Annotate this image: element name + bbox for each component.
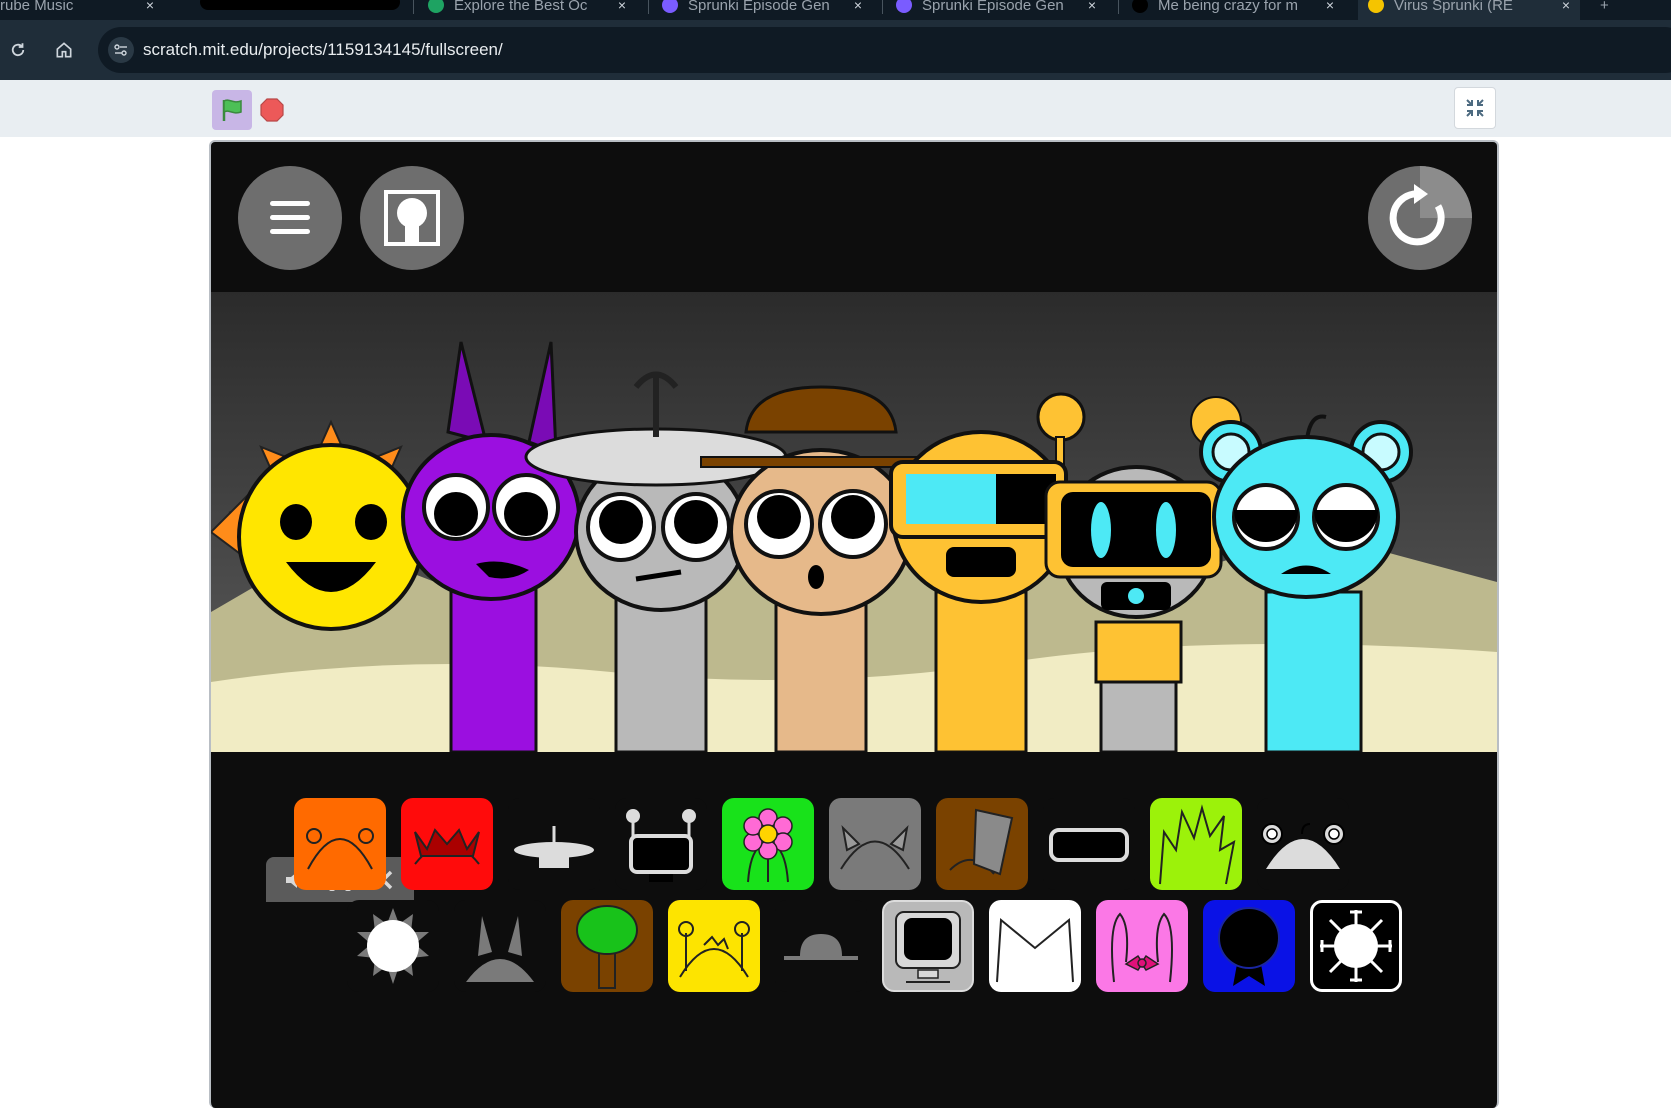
tab-virus-sprunki[interactable]: Virus Sprunki (RE ×: [1358, 0, 1580, 20]
reset-icon: [1389, 166, 1472, 246]
flower-icon: [743, 808, 793, 883]
url-text[interactable]: scratch.mit.edu/projects/1159134145/full…: [143, 40, 503, 60]
close-icon[interactable]: ×: [618, 0, 626, 13]
stop-icon: [260, 98, 284, 122]
bowler-hat-icon: [784, 934, 858, 960]
close-icon[interactable]: ×: [1088, 0, 1096, 13]
spiky-icon: [414, 828, 480, 865]
sun-icon: [357, 908, 429, 984]
envelope-tile[interactable]: [989, 900, 1081, 992]
address-bar-row: scratch.mit.edu/projects/1159134145/full…: [0, 20, 1671, 80]
bucket-tile[interactable]: [936, 798, 1028, 890]
monitor-tile[interactable]: [882, 900, 974, 992]
spikes-icon: [1159, 804, 1236, 885]
flower-tile[interactable]: [722, 798, 814, 890]
saucer-hat-tile[interactable]: [508, 798, 600, 890]
robot-icon: [626, 809, 696, 882]
tree-icon: [576, 905, 638, 989]
close-icon[interactable]: ×: [1562, 0, 1570, 13]
tree-tile[interactable]: [561, 900, 653, 992]
antennae-icon: [306, 828, 374, 870]
bear-ears-icon: [1261, 823, 1345, 869]
close-icon[interactable]: ×: [1326, 0, 1334, 13]
robot-tile[interactable]: [615, 798, 707, 890]
tab-sprunki-gen-1[interactable]: Sprunki Episode Gen ×: [662, 0, 872, 20]
tab-label: rube Music: [0, 0, 74, 14]
tab-separator: [882, 0, 883, 14]
tab-label: Me being crazy for m: [1158, 0, 1299, 14]
orange-antennae-tile[interactable]: [294, 798, 386, 890]
ears-icon: [840, 825, 910, 870]
bear-ears-tile[interactable]: [1257, 798, 1349, 890]
close-icon[interactable]: ×: [146, 0, 154, 13]
tab-separator: [1118, 0, 1119, 14]
hamburger-icon: [270, 201, 310, 234]
tab-separator: [648, 0, 649, 14]
envelope-icon: [996, 917, 1074, 983]
gray-ears-tile[interactable]: [829, 798, 921, 890]
project-stage[interactable]: [209, 140, 1499, 1108]
tab-label: Sprunki Episode Gen: [922, 0, 1064, 14]
bunny-bow-tile[interactable]: [1096, 900, 1188, 992]
goggles-icon: [1049, 828, 1129, 862]
red-spiky-tile[interactable]: [401, 798, 493, 890]
bunny-bow-icon: [1111, 912, 1173, 983]
tab-label: Sprunki Episode Gen: [688, 0, 830, 14]
favicon-icon: [662, 0, 678, 13]
dark-head-icon: [1218, 907, 1280, 986]
sun-tile[interactable]: [347, 900, 439, 992]
home-icon: [56, 42, 72, 58]
hair-antennae-icon: [678, 921, 750, 978]
favicon-icon: [428, 0, 444, 13]
browser-tab-bar: rube Music × Explore the Best Oc × Sprun…: [0, 0, 1671, 20]
virus-icon: [1320, 910, 1392, 982]
bucket-icon: [949, 808, 1014, 876]
reload-icon: [11, 43, 25, 57]
tab-crazy[interactable]: Me being crazy for m ×: [1132, 0, 1344, 20]
favicon-icon: [1368, 0, 1384, 13]
character-scene[interactable]: [211, 292, 1497, 902]
exit-fullscreen-button[interactable]: [1454, 87, 1496, 129]
horns-tile[interactable]: [454, 900, 546, 992]
green-flag-icon: [222, 99, 242, 121]
goggles-tile[interactable]: [1043, 798, 1135, 890]
character-mode-button[interactable]: [360, 166, 464, 270]
lime-spikes-tile[interactable]: [1150, 798, 1242, 890]
new-tab-button[interactable]: +: [1600, 0, 1630, 20]
tab-explore-oc[interactable]: Explore the Best Oc ×: [428, 0, 636, 20]
favicon-icon: [1132, 0, 1148, 13]
blue-dark-tile[interactable]: [1203, 900, 1295, 992]
reload-button[interactable]: [0, 32, 36, 68]
yellow-antennae-tile[interactable]: [668, 900, 760, 992]
tab-label: Explore the Best Oc: [454, 0, 588, 14]
site-settings-icon[interactable]: [108, 37, 134, 63]
virus-tile[interactable]: [1310, 900, 1402, 992]
plus-icon: +: [1600, 0, 1609, 14]
tab-separator: [413, 0, 414, 14]
stop-button[interactable]: [260, 98, 284, 122]
close-icon[interactable]: ×: [854, 0, 862, 13]
tab-sprunki-gen-2[interactable]: Sprunki Episode Gen ×: [896, 0, 1106, 20]
omnibox[interactable]: scratch.mit.edu/projects/1159134145/full…: [98, 27, 1671, 73]
scratch-control-bar: [0, 80, 1671, 137]
saucer-icon: [514, 826, 594, 868]
reset-button[interactable]: [1368, 166, 1472, 270]
scene-illustration: [211, 292, 1497, 754]
tab-label: Virus Sprunki (RE: [1394, 0, 1513, 14]
horns-icon: [466, 916, 534, 982]
menu-button[interactable]: [238, 166, 342, 270]
exit-fullscreen-icon: [1466, 99, 1484, 117]
green-flag-button[interactable]: [212, 90, 252, 130]
favicon-icon: [896, 0, 912, 13]
redacted-tab-scribble: [200, 0, 400, 10]
tab-youtube-music[interactable]: rube Music ×: [0, 0, 160, 20]
character-silhouette-icon: [384, 190, 440, 246]
bowler-hat-tile[interactable]: [775, 900, 867, 992]
monitor-icon: [895, 911, 961, 983]
home-button[interactable]: [46, 32, 82, 68]
